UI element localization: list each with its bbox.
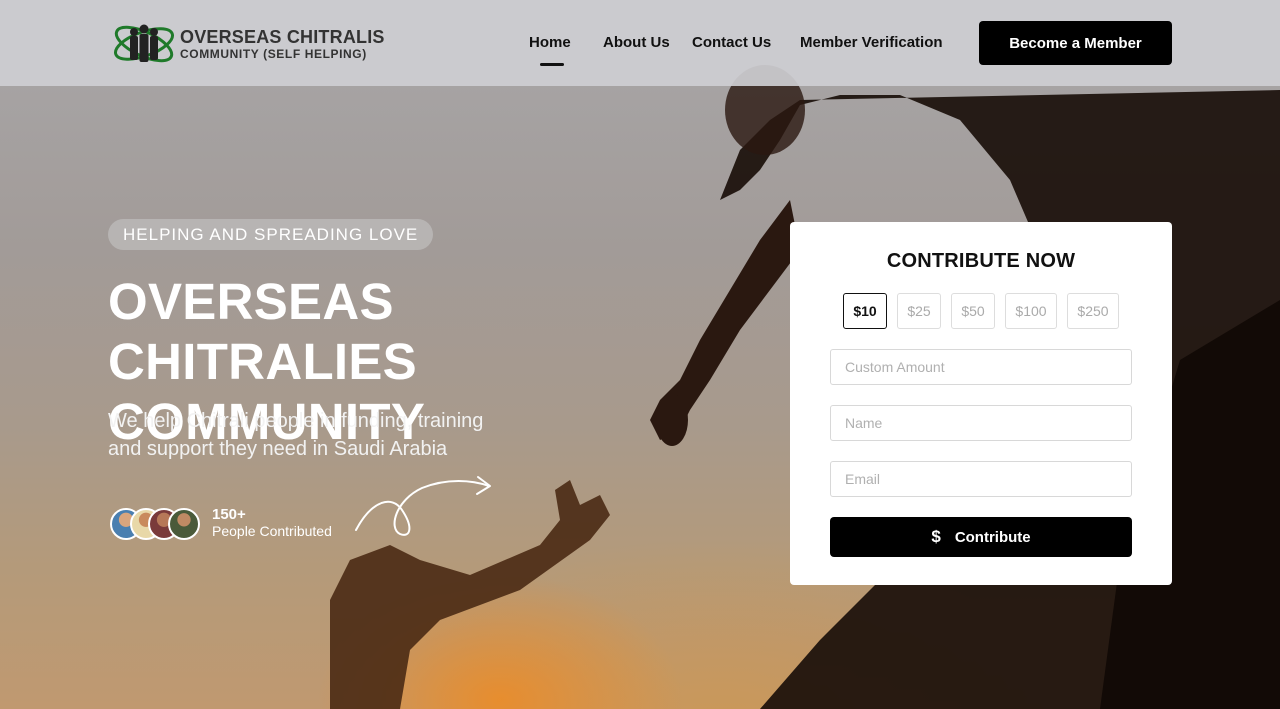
name-input[interactable] xyxy=(830,405,1132,441)
active-nav-indicator xyxy=(540,63,564,66)
nav-about-us[interactable]: About Us xyxy=(603,34,670,51)
curly-arrow-icon xyxy=(355,476,491,536)
donation-card: CONTRIBUTE NOW $10 $25 $50 $100 $250 $ C… xyxy=(790,222,1172,585)
avatar xyxy=(168,508,200,540)
custom-amount-input[interactable] xyxy=(830,349,1132,385)
amount-options: $10 $25 $50 $100 $250 xyxy=(790,293,1172,329)
site-header: OVERSEAS CHITRALIS COMMUNITY (SELF HELPI… xyxy=(0,0,1280,86)
contributors-count: 150+ xyxy=(212,506,246,523)
amount-option-25[interactable]: $25 xyxy=(897,293,941,329)
email-input[interactable] xyxy=(830,461,1132,497)
donation-title: CONTRIBUTE NOW xyxy=(886,250,1076,272)
contribute-label: Contribute xyxy=(954,528,1031,546)
hero-subtitle-line1: We help Chitrali people in funding, trai… xyxy=(108,410,484,432)
amount-option-10[interactable]: $10 xyxy=(843,293,887,329)
nav-contact-us[interactable]: Contact Us xyxy=(692,34,771,51)
amount-option-50[interactable]: $50 xyxy=(951,293,995,329)
amount-option-250[interactable]: $250 xyxy=(1067,293,1119,329)
hero-tagline: HELPING AND SPREADING LOVE xyxy=(108,219,434,250)
contributor-avatars xyxy=(110,505,202,541)
contributors-label: People Contributed xyxy=(212,523,332,539)
become-member-button[interactable]: Become a Member xyxy=(979,21,1172,65)
hero-title-line1: OVERSEAS CHITRALIES xyxy=(108,273,417,390)
nav-home[interactable]: Home xyxy=(529,34,571,51)
hero-subtitle-line2: and support they need in Saudi Arabia xyxy=(108,438,448,460)
contributors-summary: 150+ People Contributed xyxy=(110,505,332,541)
hero-subtitle: We help Chitrali people in funding, trai… xyxy=(108,407,528,463)
nav-member-verification[interactable]: Member Verification xyxy=(800,34,943,51)
amount-option-100[interactable]: $100 xyxy=(1005,293,1057,329)
contribute-button[interactable]: $ Contribute xyxy=(830,517,1132,557)
dollar-icon: $ xyxy=(931,527,941,546)
